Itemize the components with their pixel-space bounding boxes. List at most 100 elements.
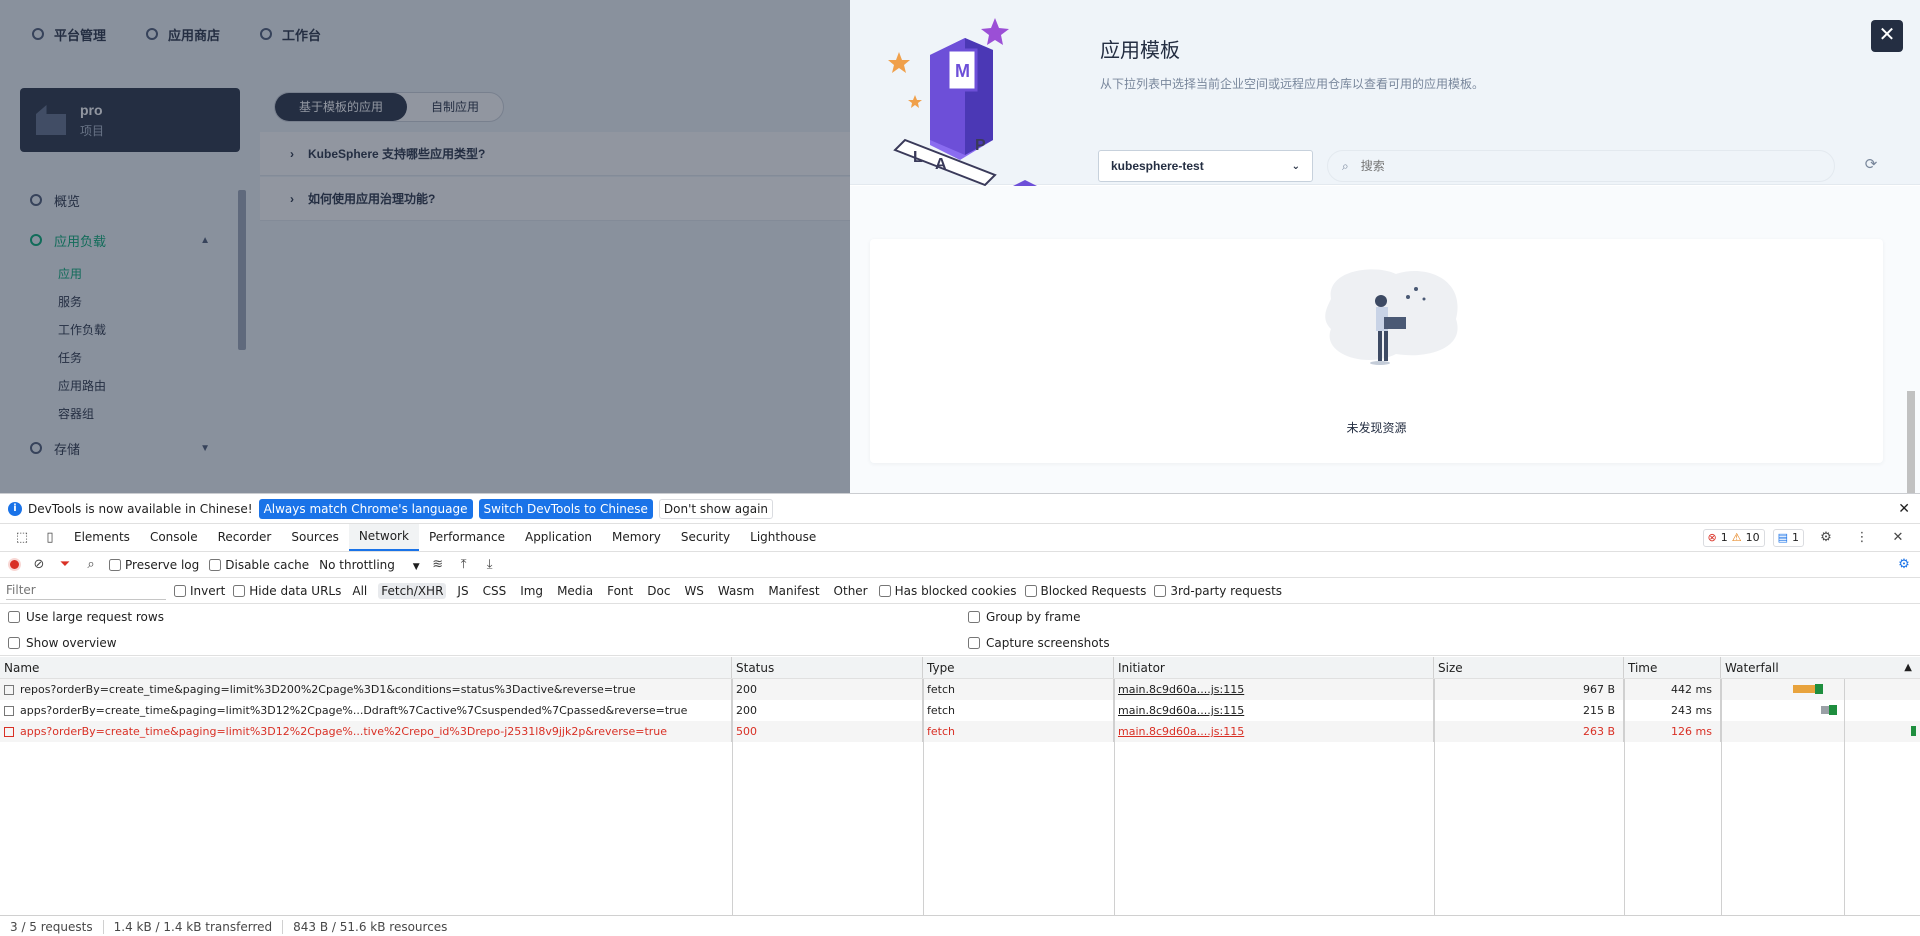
column-header-initiator[interactable]: Initiator (1114, 657, 1434, 678)
filter-type-ws[interactable]: WS (681, 583, 706, 599)
tab-elements[interactable]: Elements (64, 524, 140, 551)
filter-type-fetch-xhr[interactable]: Fetch/XHR (378, 582, 447, 599)
refresh-icon[interactable]: ⟳ (1860, 155, 1882, 177)
search-icon[interactable]: ⌕ (83, 557, 99, 572)
filter-type-wasm[interactable]: Wasm (715, 583, 757, 599)
messages-badge[interactable]: ▤ 1 (1772, 528, 1804, 547)
tab-sources[interactable]: Sources (281, 524, 348, 551)
filter-type-doc[interactable]: Doc (644, 583, 673, 599)
modal-backdrop[interactable] (0, 0, 850, 493)
filter-type-font[interactable]: Font (604, 583, 636, 599)
column-header-waterfall[interactable]: Waterfall ▲ (1721, 657, 1920, 678)
request-initiator[interactable]: main.8c9d60a....js:115 (1114, 721, 1434, 742)
hide-data-urls-checkbox[interactable]: Hide data URLs (233, 584, 341, 598)
blocked-cookies-checkbox[interactable]: Has blocked cookies (878, 584, 1017, 598)
invert-checkbox[interactable]: Invert (174, 584, 225, 598)
disable-cache-checkbox[interactable]: Disable cache (209, 558, 309, 572)
search-input[interactable] (1360, 159, 1801, 173)
close-icon[interactable]: ✕ (1884, 530, 1912, 545)
empty-state-card: 未发现资源 (870, 239, 1883, 463)
tab-memory[interactable]: Memory (602, 524, 671, 551)
third-party-checkbox[interactable]: 3rd-party requests (1154, 584, 1282, 598)
request-type: fetch (923, 679, 1114, 700)
filter-type-css[interactable]: CSS (480, 583, 510, 599)
scrollbar-thumb[interactable] (1907, 391, 1915, 493)
inspect-element-icon[interactable]: ⬚ (8, 530, 36, 545)
waterfall-wait-bar (1821, 706, 1829, 714)
group-by-frame-input[interactable] (968, 611, 980, 623)
group-by-frame-checkbox[interactable]: Group by frame (968, 610, 1080, 624)
show-overview-input[interactable] (8, 637, 20, 649)
column-header-name[interactable]: Name (0, 657, 732, 678)
repository-select[interactable]: kubesphere-test ⌄ (1098, 150, 1313, 182)
filter-type-manifest[interactable]: Manifest (765, 583, 822, 599)
column-header-type[interactable]: Type (923, 657, 1114, 678)
close-icon[interactable]: ✕ (1898, 501, 1910, 517)
issues-badge[interactable]: ⊗ 1 ⚠ 10 (1702, 528, 1765, 547)
filter-type-js[interactable]: JS (454, 583, 471, 599)
hide-data-urls-input[interactable] (233, 584, 246, 597)
show-overview-checkbox[interactable]: Show overview (8, 636, 117, 650)
preserve-log-checkbox[interactable]: Preserve log (109, 558, 199, 572)
filter-type-img[interactable]: Img (517, 583, 546, 599)
filter-type-other[interactable]: Other (831, 583, 871, 599)
table-row[interactable]: apps?orderBy=create_time&paging=limit%3D… (0, 721, 1920, 742)
blocked-cookies-input[interactable] (878, 584, 891, 597)
search-box[interactable]: ⌕ (1327, 150, 1835, 182)
switch-language-button[interactable]: Switch DevTools to Chinese (478, 498, 653, 519)
initiator-link[interactable]: main.8c9d60a....js:115 (1118, 721, 1244, 742)
invert-input[interactable] (174, 584, 186, 597)
upload-icon[interactable]: ⤒ (456, 557, 472, 572)
table-row[interactable]: apps?orderBy=create_time&paging=limit%3D… (0, 700, 1920, 721)
table-row[interactable]: repos?orderBy=create_time&paging=limit%3… (0, 679, 1920, 700)
blocked-requests-checkbox[interactable]: Blocked Requests (1024, 584, 1146, 598)
modal-scrollbar[interactable] (1905, 379, 1917, 493)
request-name: apps?orderBy=create_time&paging=limit%3D… (20, 725, 668, 738)
request-initiator[interactable]: main.8c9d60a....js:115 (1114, 679, 1434, 700)
column-header-time[interactable]: Time (1624, 657, 1721, 678)
dont-show-again-button[interactable]: Don't show again (658, 498, 774, 519)
filter-input[interactable] (6, 581, 166, 600)
preserve-log-input[interactable] (109, 558, 121, 571)
tab-network[interactable]: Network (348, 524, 419, 551)
initiator-link[interactable]: main.8c9d60a....js:115 (1118, 700, 1244, 721)
large-rows-input[interactable] (8, 611, 20, 623)
warning-count: 10 (1745, 530, 1760, 544)
clear-icon[interactable]: ⊘ (31, 557, 47, 572)
tab-console[interactable]: Console (140, 524, 208, 551)
close-button[interactable]: ✕ (1871, 20, 1903, 52)
disable-cache-input[interactable] (209, 558, 222, 571)
network-request-table: Name Status Type Initiator Size Time Wat… (0, 657, 1920, 915)
settings-gear-icon[interactable]: ⚙ (1812, 530, 1840, 545)
tab-performance[interactable]: Performance (419, 524, 515, 551)
large-rows-checkbox[interactable]: Use large request rows (8, 610, 164, 624)
wifi-icon[interactable]: ≋ (430, 557, 446, 572)
column-header-status[interactable]: Status (732, 657, 923, 678)
waterfall-cell (1721, 721, 1920, 742)
capture-screenshots-input[interactable] (968, 637, 980, 649)
request-status: 200 (732, 700, 923, 721)
request-initiator[interactable]: main.8c9d60a....js:115 (1114, 700, 1434, 721)
tab-application[interactable]: Application (515, 524, 602, 551)
tab-lighthouse[interactable]: Lighthouse (740, 524, 826, 551)
filter-type-media[interactable]: Media (554, 583, 596, 599)
third-party-input[interactable] (1154, 584, 1167, 597)
tab-recorder[interactable]: Recorder (208, 524, 282, 551)
match-language-button[interactable]: Always match Chrome's language (258, 498, 473, 519)
record-icon[interactable] (8, 558, 21, 571)
filter-icon[interactable]: ⏷ (57, 557, 73, 572)
capture-screenshots-checkbox[interactable]: Capture screenshots (968, 636, 1110, 650)
throttling-select[interactable]: No throttling ▼ (319, 558, 420, 572)
request-time: 243 ms (1624, 700, 1721, 721)
search-icon: ⌕ (1342, 158, 1349, 173)
device-toolbar-icon[interactable]: ▯ (36, 530, 64, 545)
tab-security[interactable]: Security (671, 524, 740, 551)
svg-text:L: L (913, 149, 923, 166)
column-header-size[interactable]: Size (1434, 657, 1624, 678)
initiator-link[interactable]: main.8c9d60a....js:115 (1118, 679, 1244, 700)
more-options-icon[interactable]: ⋮ (1848, 530, 1876, 545)
download-icon[interactable]: ⤓ (482, 557, 498, 572)
filter-type-all[interactable]: All (349, 583, 370, 599)
network-settings-gear-icon[interactable]: ⚙ (1896, 557, 1912, 572)
blocked-requests-input[interactable] (1024, 584, 1037, 597)
